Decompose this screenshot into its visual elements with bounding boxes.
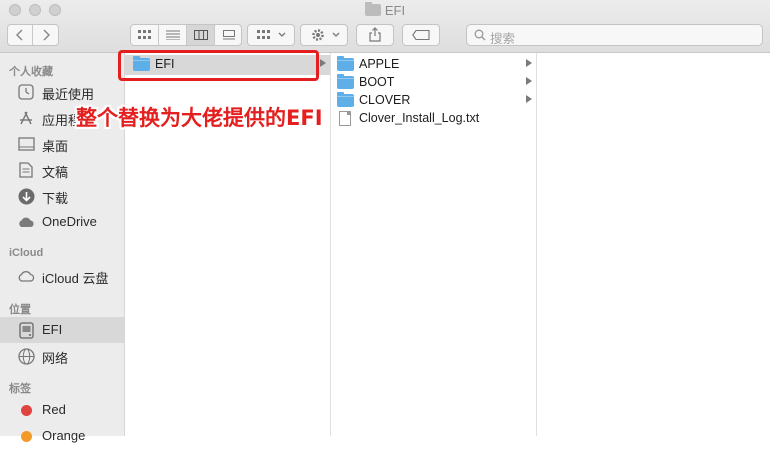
network-icon [17,347,35,365]
search-input[interactable]: 搜索 [466,24,763,46]
sidebar-item-onedrive[interactable]: OneDrive [0,209,124,235]
sidebar-item-label: iCloud 云盘 [42,271,109,286]
disclosure-arrow-icon [320,59,326,67]
column-view-icon[interactable] [187,25,215,45]
sidebar-item-label: 文稿 [42,165,69,180]
document-icon [17,161,35,179]
folder-icon [337,74,354,89]
share-icon [369,27,381,42]
sidebar-item-label: 下载 [42,191,69,206]
sidebar-section-locations: 位置 [9,304,31,316]
search-icon [474,29,486,41]
file-name: CLOVER [359,93,411,107]
sidebar-section-icloud: iCloud [9,247,44,259]
sidebar-item-label: Red [42,402,66,417]
annotation-highlight-box [118,50,319,81]
cloud-icon [17,213,35,231]
finder-window: EFI 搜索 个人收藏 最近使用 应用程序 桌面 文稿 下载 OneDrive … [0,0,770,443]
file-name: BOOT [359,75,395,89]
disclosure-arrow-icon [526,95,532,103]
clock-icon [17,83,35,101]
sidebar-item-network[interactable]: 网络 [0,343,124,369]
disk-icon [17,321,35,339]
chevron-down-icon [278,32,286,37]
folder-icon [337,92,354,107]
tags-button[interactable] [402,24,440,46]
file-name: APPLE [359,57,400,71]
back-button[interactable] [8,25,33,45]
forward-button[interactable] [33,25,58,45]
list-item-apple[interactable]: APPLE [331,55,536,75]
window-title-text: EFI [384,3,406,18]
group-button[interactable] [247,24,295,46]
sidebar-item-efi[interactable]: EFI [0,317,124,343]
applications-icon [17,109,35,127]
group-icon [257,30,270,39]
tag-dot-icon [17,401,35,419]
list-item-clover-install-log[interactable]: Clover_Install_Log.txt [331,109,536,129]
chevron-left-icon [16,29,23,41]
chevron-down-icon [332,32,340,37]
share-button[interactable] [356,24,394,46]
sidebar-item-label: 网络 [42,351,69,366]
search-placeholder: 搜索 [490,32,516,46]
sidebar-item-documents[interactable]: 文稿 [0,157,124,183]
download-icon [17,187,35,205]
window-title: EFI [0,2,770,18]
browser-column-3 [537,53,770,436]
nav-buttons [7,24,59,46]
sidebar-item-desktop[interactable]: 桌面 [0,131,124,157]
sidebar-item-label: OneDrive [42,214,97,229]
gallery-view-icon[interactable] [215,25,243,45]
list-item-clover[interactable]: CLOVER [331,91,536,111]
icloud-icon [17,267,35,285]
sidebar-item-tag-orange[interactable]: Orange [0,423,124,449]
tag-dot-icon [17,427,35,445]
view-switcher [130,24,242,46]
disclosure-arrow-icon [526,77,532,85]
gear-icon [312,29,324,41]
list-view-icon[interactable] [159,25,187,45]
grid-view-icon[interactable] [131,25,159,45]
folder-icon [364,2,381,16]
browser-column-2: APPLE BOOT CLOVER Clover_Install_Log.txt [331,53,537,436]
sidebar-item-downloads[interactable]: 下载 [0,183,124,209]
action-button[interactable] [300,24,348,46]
sidebar-item-icloud-drive[interactable]: iCloud 云盘 [0,263,124,289]
sidebar-item-label: 最近使用 [42,87,95,102]
desktop-icon [17,135,35,153]
sidebar-section-tags: 标签 [9,383,31,395]
sidebar-section-favorites: 个人收藏 [9,66,53,78]
annotation-text: 整个替换为大佬提供的EFI [76,106,323,130]
list-item-boot[interactable]: BOOT [331,73,536,93]
chevron-right-icon [42,29,50,41]
sidebar-item-tag-red[interactable]: Red [0,397,124,423]
sidebar-item-label: 桌面 [42,139,69,154]
text-file-icon [339,111,351,126]
sidebar-item-label: EFI [42,322,63,337]
tag-icon [412,30,430,40]
title-bar: EFI 搜索 [0,0,770,53]
folder-icon [337,56,354,71]
file-name: Clover_Install_Log.txt [359,111,480,125]
disclosure-arrow-icon [526,59,532,67]
